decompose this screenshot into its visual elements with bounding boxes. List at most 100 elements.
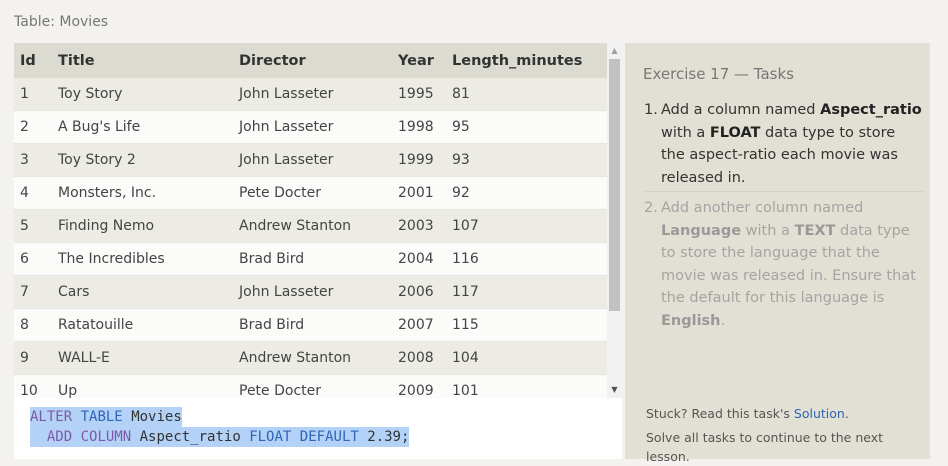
task-bold: FLOAT (709, 124, 761, 141)
cell-year: 1995 (398, 78, 452, 111)
table-row: 1 Toy Story John Lasseter 1995 81 (14, 78, 607, 111)
cell-year: 2008 (398, 341, 452, 375)
cell-title: A Bug's Life (58, 110, 239, 144)
task-number: 2. (644, 200, 658, 216)
cell-director: Pete Docter (239, 176, 398, 210)
scrollbar-thumb[interactable] (609, 59, 620, 311)
cell-id: 9 (14, 341, 58, 375)
table-name: Movies (131, 409, 182, 425)
cell-title: Monsters, Inc. (58, 176, 239, 210)
table-row: 7 Cars John Lasseter 2006 117 (14, 275, 607, 309)
sql-editor[interactable]: ALTER TABLE Movies ADD COLUMN Aspect_rat… (14, 398, 622, 459)
cell-length: 115 (452, 308, 607, 342)
keyword-column: COLUMN (80, 429, 132, 445)
table-row: 5 Finding Nemo Andrew Stanton 2003 107 (14, 209, 607, 243)
cell-length: 116 (452, 242, 607, 276)
cell-title: WALL-E (58, 341, 239, 375)
cell-director: Pete Docter (239, 374, 398, 398)
results-table-container[interactable]: Id Title Director Year Length_minutes 1 … (14, 43, 622, 398)
column-header-id: Id (14, 43, 58, 78)
cell-year: 2004 (398, 242, 452, 276)
cell-year: 2001 (398, 176, 452, 210)
cell-year: 1999 (398, 143, 452, 177)
cell-title: The Incredibles (58, 242, 239, 276)
cell-title: Toy Story (58, 78, 239, 111)
cell-title: Up (58, 374, 239, 398)
cell-id: 2 (14, 110, 58, 144)
stuck-end: . (844, 406, 849, 421)
cell-year: 2006 (398, 275, 452, 309)
table-row: 3 Toy Story 2 John Lasseter 1999 93 (14, 143, 607, 177)
task-text: with a (741, 222, 795, 239)
cell-length: 92 (452, 176, 607, 210)
cell-id: 3 (14, 143, 58, 177)
results-table: Id Title Director Year Length_minutes 1 … (14, 43, 607, 398)
table-row: 4 Monsters, Inc. Pete Docter 2001 92 (14, 176, 607, 210)
cell-director: John Lasseter (239, 275, 398, 309)
keyword-table: TABLE (80, 409, 123, 425)
column-header-director: Director (239, 43, 398, 78)
column-name: Aspect_ratio (139, 429, 241, 445)
cell-director: John Lasseter (239, 78, 398, 111)
tasks-panel: Exercise 17 — Tasks 1. Add a column name… (625, 43, 930, 464)
task-bold: TEXT (794, 222, 836, 239)
keyword-add: ADD (46, 429, 73, 445)
code-line-2: ADD COLUMN Aspect_ratio FLOAT DEFAULT 2.… (30, 427, 410, 447)
cell-length: 93 (452, 143, 607, 177)
cell-year: 2007 (398, 308, 452, 342)
table-row: 8 Ratatouille Brad Bird 2007 115 (14, 308, 607, 342)
column-header-length: Length_minutes (452, 43, 607, 78)
cell-director: John Lasseter (239, 143, 398, 177)
stuck-hint: Stuck? Read this task's Solution. (646, 406, 849, 421)
task-bold: Language (661, 222, 742, 239)
cell-length: 95 (452, 110, 607, 144)
cell-director: Brad Bird (239, 308, 398, 342)
task-text: Add a column named (661, 102, 821, 118)
table-row: 2 A Bug's Life John Lasseter 1998 95 (14, 110, 607, 144)
table-scrollbar[interactable]: ▲ ▼ (607, 43, 622, 398)
type-float: FLOAT (249, 429, 292, 445)
triangle-down-icon[interactable]: ▼ (607, 384, 622, 396)
keyword-default: DEFAULT (299, 429, 359, 445)
cell-id: 8 (14, 308, 58, 342)
task-text: . (720, 312, 726, 329)
cell-year: 2003 (398, 209, 452, 243)
stuck-text: Stuck? Read this task's (646, 406, 794, 421)
task-item-1: 1. Add a column named Aspect_ratio with … (644, 99, 923, 189)
cell-id: 7 (14, 275, 58, 309)
table-row: 10 Up Pete Docter 2009 101 (14, 374, 607, 398)
cell-director: Brad Bird (239, 242, 398, 276)
cell-title: Finding Nemo (58, 209, 239, 243)
cell-id: 1 (14, 78, 58, 111)
task-divider (645, 191, 923, 192)
column-header-title: Title (58, 43, 239, 78)
code-line-1: ALTER TABLE Movies (30, 407, 182, 427)
table-row: 9 WALL-E Andrew Stanton 2008 104 (14, 341, 607, 375)
task-text: with a (661, 124, 710, 141)
cell-year: 2009 (398, 374, 452, 398)
cell-id: 10 (14, 374, 58, 398)
cell-title: Toy Story 2 (58, 143, 239, 177)
task-item-2: 2. Add another column named Language wit… (644, 197, 923, 332)
cell-length: 101 (452, 374, 607, 398)
triangle-up-icon[interactable]: ▲ (607, 45, 622, 57)
cell-title: Cars (58, 275, 239, 309)
keyword-alter: ALTER (30, 409, 73, 425)
cell-id: 6 (14, 242, 58, 276)
default-value: 2.39; (367, 429, 410, 445)
tasks-title: Exercise 17 — Tasks (643, 65, 794, 83)
cell-director: Andrew Stanton (239, 209, 398, 243)
cell-director: Andrew Stanton (239, 341, 398, 375)
cell-length: 107 (452, 209, 607, 243)
cell-length: 104 (452, 341, 607, 375)
solve-note: Solve all tasks to continue to the next … (646, 430, 884, 464)
task-number: 1. (644, 102, 658, 118)
cell-year: 1998 (398, 110, 452, 144)
column-header-year: Year (398, 43, 452, 78)
table-label: Table: Movies (14, 14, 109, 30)
task-text: Add another column named (661, 200, 864, 216)
cell-id: 5 (14, 209, 58, 243)
solution-link[interactable]: Solution (794, 406, 845, 421)
task-bold: Aspect_ratio (820, 102, 922, 118)
cell-id: 4 (14, 176, 58, 210)
